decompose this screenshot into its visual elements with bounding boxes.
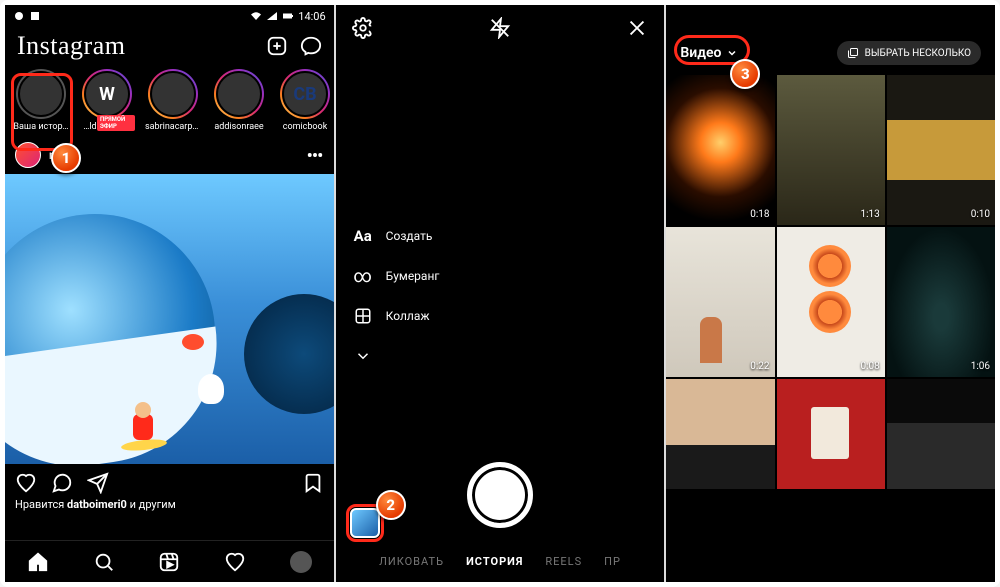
chevron-down-icon bbox=[726, 47, 738, 59]
camera-top-bar bbox=[336, 5, 665, 51]
comment-icon[interactable] bbox=[51, 472, 73, 494]
story-your-story[interactable]: Ваша истор… bbox=[13, 69, 69, 132]
bookmark-icon[interactable] bbox=[302, 472, 324, 494]
media-thumbnail[interactable]: 0:18 bbox=[666, 75, 774, 225]
likes-text[interactable]: Нравится datboimeri0 и другим bbox=[5, 498, 334, 517]
filter-label: Видео bbox=[680, 45, 721, 61]
mode-reels[interactable]: REELS bbox=[545, 555, 582, 568]
tool-layout[interactable]: Коллаж bbox=[352, 305, 440, 327]
story-item[interactable]: sabrinacarpe… bbox=[145, 69, 201, 132]
wifi-icon bbox=[250, 10, 262, 22]
story-item[interactable]: addisonraee bbox=[211, 69, 267, 132]
duration-label: 0:08 bbox=[860, 361, 879, 372]
instagram-logo[interactable]: Instagram bbox=[17, 31, 125, 61]
story-tools: Aa Создать ∞ Бумеранг Коллаж bbox=[352, 225, 440, 367]
post-actions bbox=[5, 464, 334, 498]
story-label: sabrinacarpe… bbox=[145, 122, 201, 132]
mode-live[interactable]: ПР bbox=[604, 555, 621, 568]
pane-gallery-picker: Видео ВЫБРАТЬ НЕСКОЛЬКО 3 0:18 1:13 0:10… bbox=[666, 5, 995, 582]
post-more-icon[interactable] bbox=[306, 146, 324, 164]
story-item[interactable]: CB comicbook bbox=[277, 69, 333, 132]
duration-label: 1:13 bbox=[860, 209, 879, 220]
share-icon[interactable] bbox=[87, 472, 109, 494]
media-thumbnail[interactable] bbox=[666, 379, 774, 489]
pane-story-camera: Aa Создать ∞ Бумеранг Коллаж 2 ЛИКОВАТЬ … bbox=[336, 5, 665, 582]
infinity-icon: ∞ bbox=[352, 265, 374, 287]
media-grid: 0:18 1:13 0:10 0:22 0:08 1:06 bbox=[666, 75, 995, 582]
nav-profile-avatar[interactable] bbox=[290, 551, 312, 573]
duration-label: 0:22 bbox=[750, 361, 769, 372]
duration-label: 0:10 bbox=[971, 209, 990, 220]
media-filter-dropdown[interactable]: Видео bbox=[680, 45, 738, 61]
step-marker-1: 1 bbox=[51, 143, 81, 173]
flash-off-icon[interactable] bbox=[489, 17, 511, 39]
media-thumbnail[interactable]: 0:08 bbox=[777, 227, 885, 377]
settings-icon[interactable] bbox=[352, 17, 374, 39]
gallery-thumbnail[interactable] bbox=[350, 508, 380, 538]
new-post-icon[interactable] bbox=[266, 35, 288, 57]
nav-search-icon[interactable] bbox=[93, 551, 115, 573]
select-multiple-button[interactable]: ВЫБРАТЬ НЕСКОЛЬКО bbox=[837, 41, 981, 65]
step-marker-2: 2 bbox=[376, 490, 406, 520]
mode-story[interactable]: ИСТОРИЯ bbox=[466, 555, 523, 568]
media-thumbnail[interactable] bbox=[777, 379, 885, 489]
select-multiple-label: ВЫБРАТЬ НЕСКОЛЬКО bbox=[865, 48, 971, 59]
tool-boomerang[interactable]: ∞ Бумеранг bbox=[352, 265, 440, 287]
tool-label: Бумеранг bbox=[386, 269, 440, 283]
status-bar: 14:06 bbox=[5, 5, 334, 27]
nav-activity-icon[interactable] bbox=[224, 551, 246, 573]
media-thumbnail[interactable]: 0:10 bbox=[887, 75, 995, 225]
post-image[interactable] bbox=[5, 174, 334, 464]
tool-label: Создать bbox=[386, 229, 433, 243]
stack-icon bbox=[847, 47, 859, 59]
stories-tray[interactable]: Ваша истор… W ПРЯМОЙ ЭФИР …ldclasscl… sa… bbox=[5, 63, 334, 136]
camera-modes[interactable]: ЛИКОВАТЬ ИСТОРИЯ REELS ПР bbox=[336, 555, 665, 568]
duration-label: 0:18 bbox=[750, 209, 769, 220]
story-label: comicbook bbox=[283, 122, 328, 132]
chevron-down-icon bbox=[352, 345, 374, 367]
text-icon: Aa bbox=[352, 225, 374, 247]
instagram-header: Instagram bbox=[5, 27, 334, 63]
mode-post[interactable]: ЛИКОВАТЬ bbox=[379, 555, 444, 568]
tool-create[interactable]: Aa Создать bbox=[352, 225, 440, 247]
like-icon[interactable] bbox=[15, 472, 37, 494]
status-time: 14:06 bbox=[298, 10, 325, 23]
bottom-nav bbox=[5, 540, 334, 582]
story-label: addisonraee bbox=[214, 122, 263, 132]
media-thumbnail[interactable]: 0:22 bbox=[666, 227, 774, 377]
story-live[interactable]: W ПРЯМОЙ ЭФИР …ldclasscl… bbox=[79, 69, 135, 132]
nav-reels-icon[interactable] bbox=[158, 551, 180, 573]
post-avatar[interactable] bbox=[15, 142, 41, 168]
tool-label: Коллаж bbox=[386, 309, 430, 323]
pane-instagram-feed: 14:06 Instagram Ваша истор… W ПРЯМОЙ ЭФИ… bbox=[5, 5, 334, 582]
gallery-top-bar: Видео ВЫБРАТЬ НЕСКОЛЬКО bbox=[666, 5, 995, 75]
duration-label: 1:06 bbox=[971, 361, 990, 372]
battery-icon bbox=[282, 10, 294, 22]
nav-home-icon[interactable] bbox=[27, 551, 49, 573]
close-icon[interactable] bbox=[626, 17, 648, 39]
tool-expand[interactable] bbox=[352, 345, 440, 367]
app-icon-1 bbox=[13, 10, 25, 22]
live-badge: ПРЯМОЙ ЭФИР bbox=[97, 115, 135, 131]
story-label: Ваша истор… bbox=[13, 122, 68, 132]
layout-icon bbox=[352, 305, 374, 327]
shutter-button[interactable] bbox=[467, 462, 533, 528]
media-thumbnail[interactable]: 1:06 bbox=[887, 227, 995, 377]
messenger-icon[interactable] bbox=[300, 35, 322, 57]
app-icon-2 bbox=[29, 10, 41, 22]
media-thumbnail[interactable]: 1:13 bbox=[777, 75, 885, 225]
signal-icon bbox=[266, 10, 278, 22]
media-thumbnail[interactable] bbox=[887, 379, 995, 489]
